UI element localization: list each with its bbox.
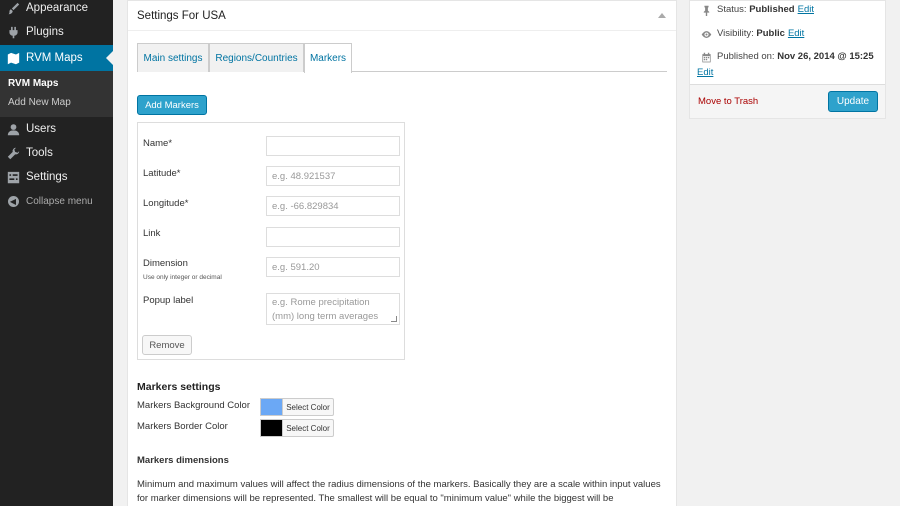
resize-grip-icon[interactable] [391,316,397,322]
sidebar-item-plugins[interactable]: Plugins [0,20,113,44]
settings-icon [5,169,21,185]
name-label: Name* [143,138,173,149]
sidebar-item-label: Plugins [26,26,64,38]
name-input[interactable] [266,136,400,156]
latitude-label: Latitude* [143,168,181,179]
markers-border-color-row: Markers Border Color Select Color [137,419,357,437]
pin-icon [700,4,712,16]
active-menu-arrow [106,51,113,65]
markers-settings-heading: Markers settings [137,381,221,393]
collapse-icon: ◀ [5,193,21,209]
edit-visibility-link[interactable]: Edit [788,28,804,39]
status-value: Published [749,4,795,15]
sidebar-item-label: Users [26,123,57,135]
calendar-icon [700,51,712,63]
sidebar-item-label: Collapse menu [26,195,93,207]
map-icon [5,50,21,66]
collapse-menu-button[interactable]: ◀ Collapse menu [0,189,113,213]
sidebar-item-users[interactable]: Users [0,117,113,141]
edit-date-link[interactable]: Edit [697,67,713,78]
sidebar-item-appearance[interactable]: Appearance [0,0,113,20]
tab-regions-countries[interactable]: Regions/Countries [209,43,304,72]
settings-tabs: Main settings Regions/Countries Markers [137,43,667,73]
visibility-label: Visibility: [717,28,754,39]
markers-border-color-label: Markers Border Color [137,421,228,432]
publish-actions: Move to Trash Update [690,84,885,118]
sidebar-item-label: Tools [26,147,53,159]
dimension-input[interactable] [266,257,400,277]
status-line: Status: Published Edit [700,4,814,16]
link-input[interactable] [266,227,400,247]
submenu-item-rvm-maps[interactable]: RVM Maps [8,78,58,89]
eye-icon [700,28,712,40]
longitude-label: Longitude* [143,198,189,209]
markers-dimensions-heading: Markers dimensions [137,455,229,466]
visibility-line: Visibility: Public Edit [700,28,804,40]
markers-bg-color-row: Markers Background Color Select Color [137,398,357,416]
sidebar-item-tools[interactable]: Tools [0,141,113,165]
published-value: Nov 26, 2014 @ 15:25 [777,51,874,62]
settings-metabox: Settings For USA Main settings Regions/C… [127,0,677,506]
popup-placeholder: e.g. Rome precipitation (mm) long term a… [272,297,379,322]
markers-border-color-swatch[interactable] [260,419,282,437]
submenu-item-add-new-map[interactable]: Add New Map [8,97,71,108]
update-button[interactable]: Update [828,91,878,112]
visibility-value: Public [756,28,785,39]
markers-bg-color-swatch[interactable] [260,398,282,416]
published-date-line: Published on: Nov 26, 2014 @ 15:25 [700,51,880,63]
link-label: Link [143,228,161,239]
dimension-hint: Use only integer or decimal [143,274,222,281]
sidebar-item-label: Appearance [26,2,89,14]
dimension-label: Dimension [143,258,188,269]
remove-marker-button[interactable]: Remove [142,335,192,355]
publish-box: Status: Published Edit Visibility: Publi… [689,0,886,119]
latitude-input[interactable] [266,166,400,186]
select-bg-color-button[interactable]: Select Color [282,398,334,416]
marker-form: Name* Latitude* Longitude* Link Dimensio… [137,122,405,360]
move-to-trash-link[interactable]: Move to Trash [698,96,758,107]
add-markers-button[interactable]: Add Markers [137,95,207,115]
longitude-input[interactable] [266,196,400,216]
metabox-title: Settings For USA [137,10,226,22]
popup-label-textarea[interactable]: e.g. Rome precipitation (mm) long term a… [266,293,400,325]
tab-main-settings[interactable]: Main settings [137,43,209,72]
published-label: Published on: [717,51,775,62]
admin-sidebar: Appearance Plugins RVM Maps RVM Maps Add… [0,0,113,506]
popup-label-label: Popup label [143,295,194,306]
markers-bg-color-label: Markers Background Color [137,400,250,411]
markers-dimensions-description: Minimum and maximum values will affect t… [137,479,661,504]
status-label: Status: [717,4,747,15]
sidebar-item-label: RVM Maps [26,52,83,64]
collapse-toggle-icon[interactable] [658,13,666,18]
select-border-color-button[interactable]: Select Color [282,419,334,437]
metabox-header: Settings For USA [128,1,676,31]
brush-icon [5,0,21,16]
plug-icon [5,24,21,40]
rvm-submenu: RVM Maps Add New Map [0,71,113,117]
tab-markers[interactable]: Markers [304,43,352,73]
sidebar-item-settings[interactable]: Settings [0,165,113,189]
sidebar-item-label: Settings [26,171,68,183]
sidebar-item-rvm-maps[interactable]: RVM Maps [0,45,113,71]
wrench-icon [5,145,21,161]
user-icon [5,121,21,137]
edit-status-link[interactable]: Edit [798,4,814,15]
